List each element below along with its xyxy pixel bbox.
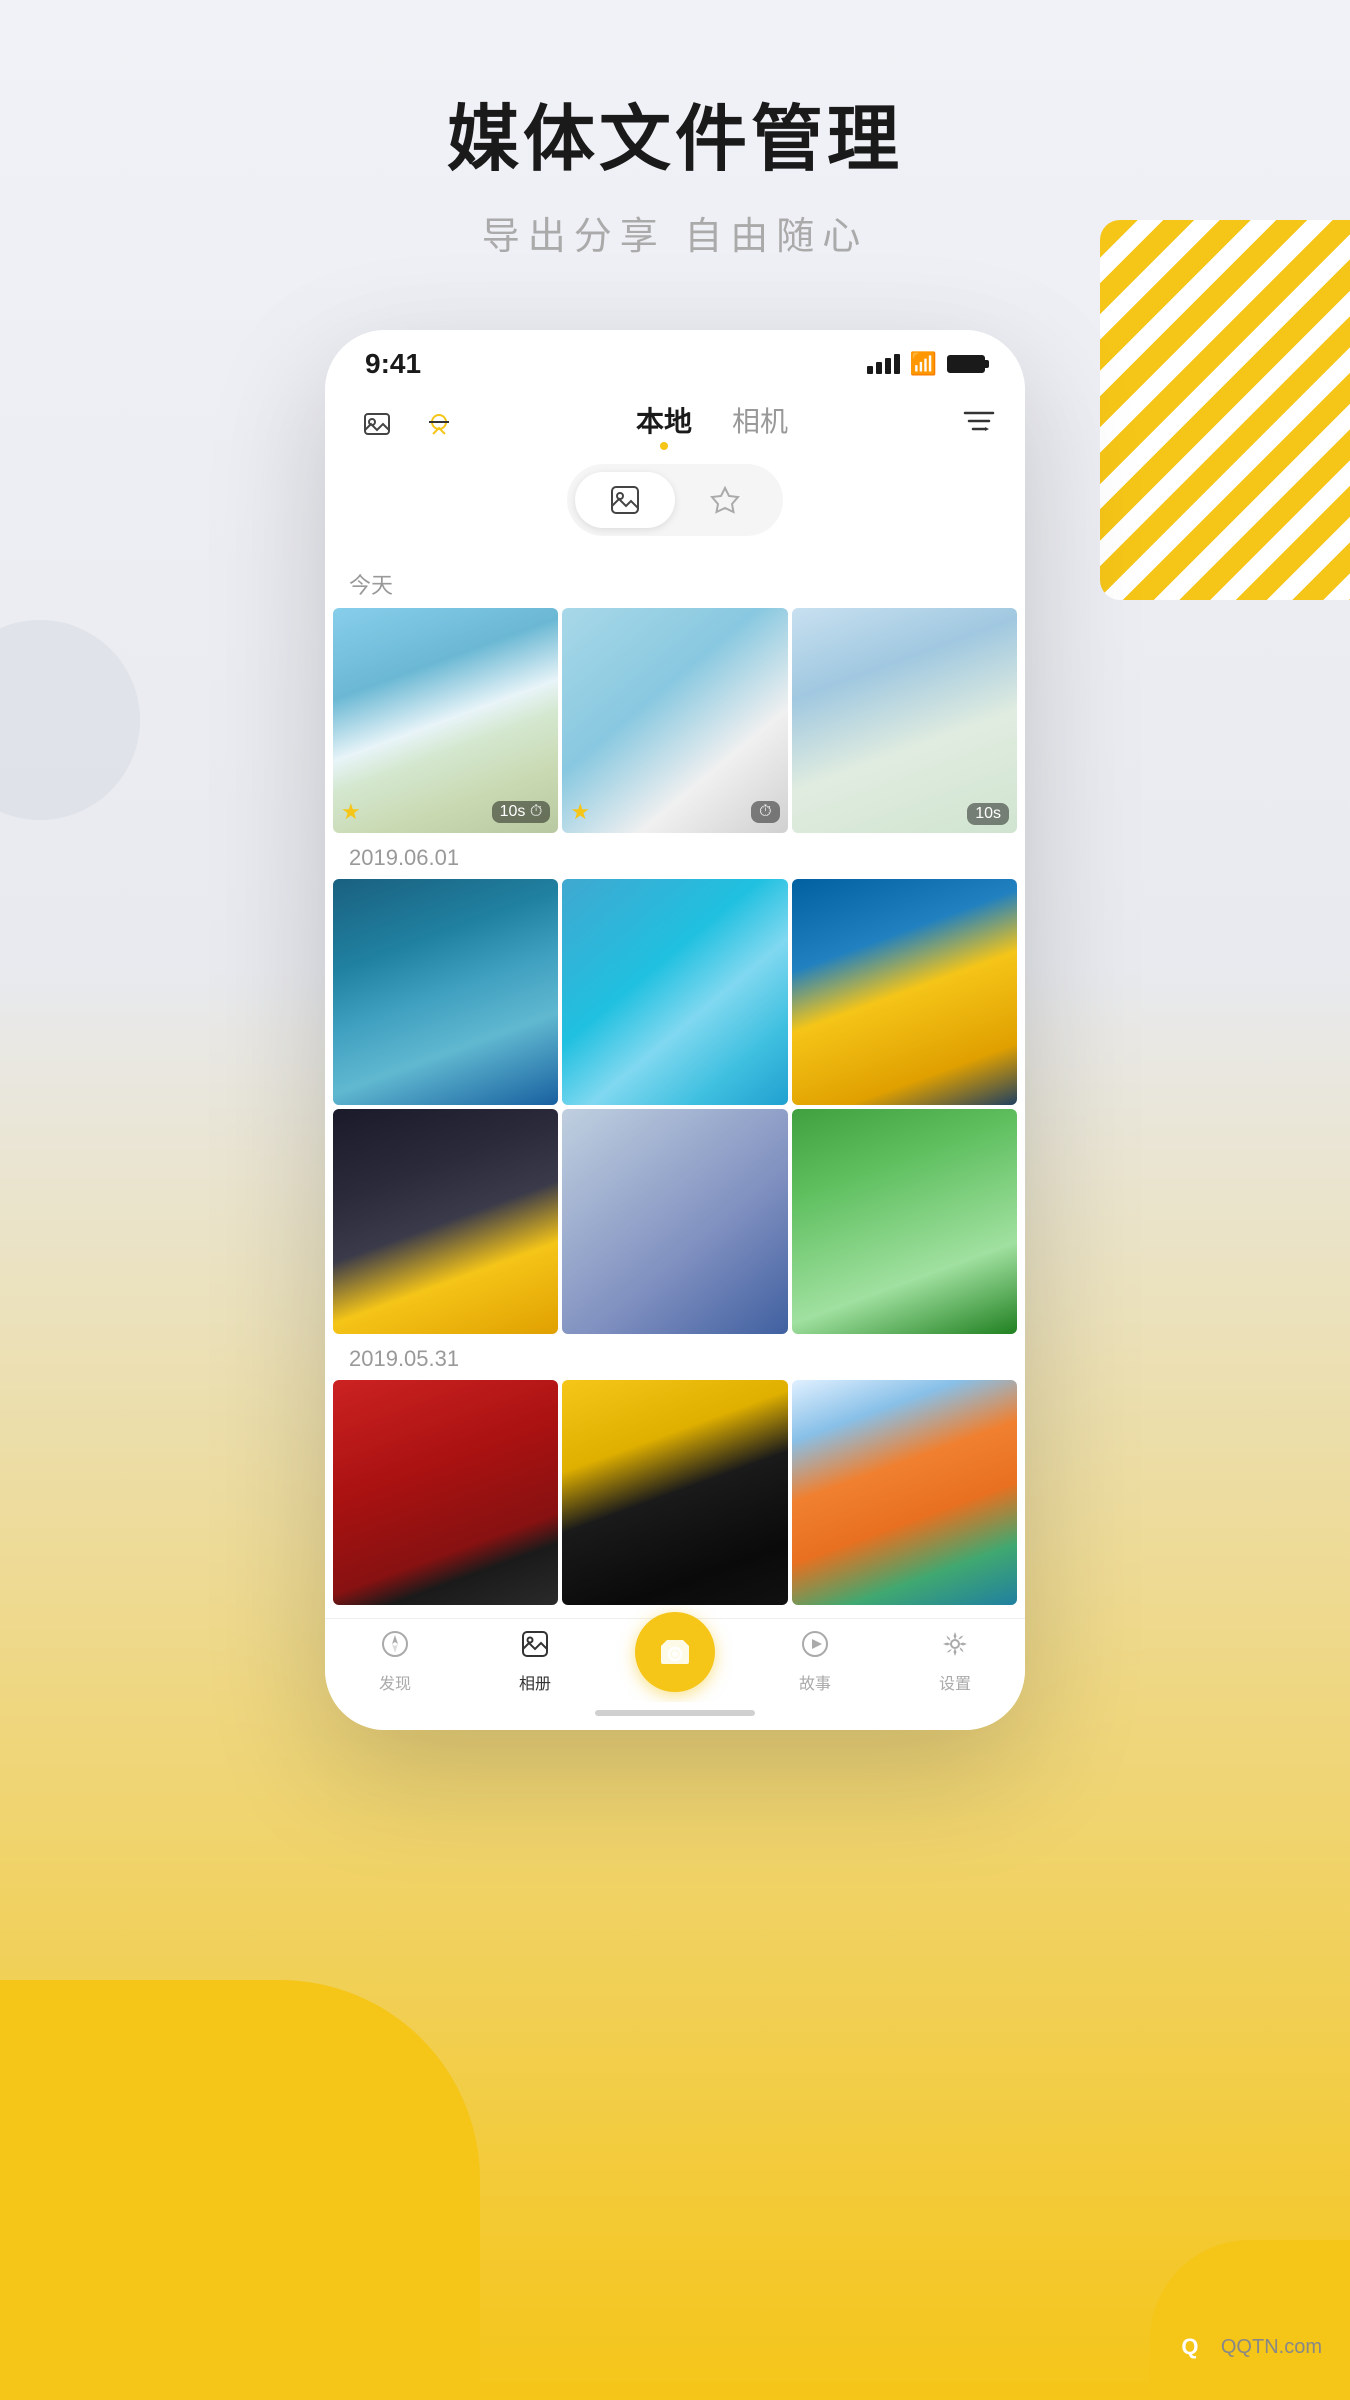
toggle-bar: [325, 448, 1025, 556]
star-icon: ★: [341, 799, 361, 825]
page-subtitle: 导出分享 自由随心: [0, 205, 1350, 260]
nav-stories[interactable]: 故事: [775, 1629, 855, 1694]
play-icon: [800, 1629, 830, 1666]
nav-discover-label: 发现: [379, 1670, 411, 1694]
status-icons: 📶: [867, 351, 985, 377]
nav-settings-label: 设置: [939, 1670, 971, 1694]
duration-badge: ⏱: [751, 801, 779, 823]
watermark-text: QQTN.com: [1221, 2336, 1322, 2359]
deco-yellow-bottom-left: [0, 1980, 480, 2400]
nav-album-label: 相册: [519, 1670, 551, 1694]
status-time: 9:41: [365, 348, 421, 380]
status-bar: 9:41 📶: [325, 330, 1025, 390]
section-today: 今天: [325, 556, 1025, 608]
photo-grid-0531: [325, 1380, 1025, 1605]
gear-icon: [940, 1629, 970, 1666]
photo-item[interactable]: ★ 10s ⏱: [333, 608, 558, 833]
wifi-icon: 📶: [910, 351, 937, 377]
toggle-group: [567, 464, 783, 536]
toggle-photos[interactable]: [575, 472, 675, 528]
photo-grid-today: ★ 10s ⏱ ★ ⏱ 10s: [325, 608, 1025, 833]
camera-button[interactable]: [635, 1612, 715, 1692]
photo-item[interactable]: [792, 1109, 1017, 1334]
section-0601: 2019.06.01: [325, 833, 1025, 879]
photo-item[interactable]: [333, 879, 558, 1104]
nav-settings[interactable]: 设置: [915, 1629, 995, 1694]
photo-item[interactable]: [333, 1109, 558, 1334]
tab-camera[interactable]: 相机: [732, 400, 788, 448]
home-indicator: [325, 1702, 1025, 1730]
duration-badge: 10s: [967, 803, 1009, 825]
app-nav: 本地 相机: [325, 390, 1025, 448]
nav-stories-label: 故事: [799, 1670, 831, 1694]
photo-item[interactable]: [562, 1109, 787, 1334]
photos-icon: [520, 1629, 550, 1666]
watermark: Q QQTN.com: [1165, 2322, 1322, 2372]
duration-badge: 10s ⏱: [492, 801, 551, 823]
scroll-content[interactable]: 今天 ★ 10s ⏱ ★ ⏱ 10s: [325, 556, 1025, 1618]
photo-item[interactable]: [792, 1380, 1017, 1605]
photo-grid-0601: [325, 879, 1025, 1334]
nav-left-icons: [355, 402, 461, 446]
scan-icon[interactable]: [417, 402, 461, 446]
local-media-icon[interactable]: [355, 402, 399, 446]
star-icon: ★: [570, 799, 590, 825]
photo-item[interactable]: [792, 879, 1017, 1104]
nav-tabs: 本地 相机: [461, 400, 963, 448]
photo-item[interactable]: [562, 879, 787, 1104]
photo-item[interactable]: [333, 1380, 558, 1605]
deco-stripes: [1100, 220, 1350, 600]
photo-item[interactable]: ★ ⏱: [562, 608, 787, 833]
battery-icon: [947, 355, 985, 373]
filter-icon[interactable]: [963, 407, 995, 442]
home-bar: [595, 1710, 755, 1716]
photo-item[interactable]: 10s: [792, 608, 1017, 833]
compass-icon: [380, 1629, 410, 1666]
page-header: 媒体文件管理 导出分享 自由随心: [0, 80, 1350, 260]
watermark-logo: Q: [1165, 2322, 1215, 2372]
toggle-favorite[interactable]: [675, 472, 775, 528]
bottom-nav: 发现 相册: [325, 1618, 1025, 1702]
nav-album[interactable]: 相册: [495, 1629, 575, 1694]
page-title: 媒体文件管理: [0, 80, 1350, 185]
phone-frame: 9:41 📶: [325, 330, 1025, 1730]
section-0531: 2019.05.31: [325, 1334, 1025, 1380]
signal-icon: [867, 354, 900, 374]
tab-local[interactable]: 本地: [636, 400, 692, 448]
nav-discover[interactable]: 发现: [355, 1629, 435, 1694]
photo-item[interactable]: [562, 1380, 787, 1605]
